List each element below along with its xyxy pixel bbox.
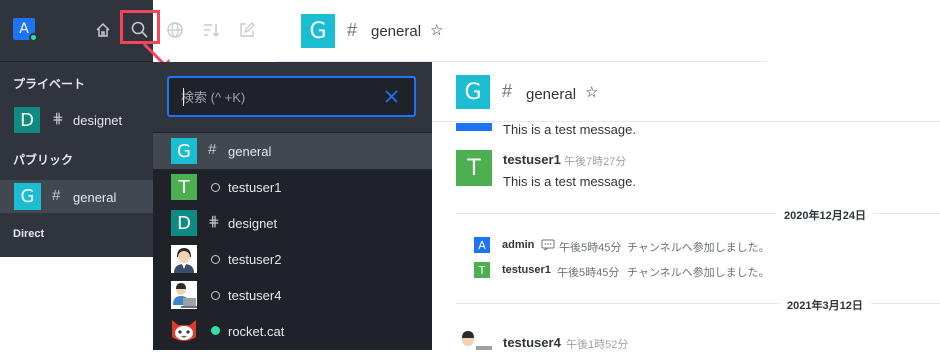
room-avatar: G (14, 183, 41, 210)
room-title: general (526, 86, 577, 103)
system-text: チャンネルへ参加しました。 (627, 242, 770, 254)
user-avatar: T (474, 262, 490, 278)
system-text: チャンネルへ参加しました。 (627, 267, 770, 279)
text-caret (183, 88, 184, 106)
message-body: This is a test message. (503, 122, 636, 137)
search-highlight-box (120, 10, 160, 44)
section-public: パブリック (13, 153, 74, 167)
create-new-icon[interactable] (238, 21, 256, 39)
user-avatar[interactable]: T (456, 150, 492, 186)
search-result-designet[interactable]: D ⋕ designet (153, 205, 432, 241)
star-icon[interactable]: ☆ (430, 21, 443, 39)
system-username[interactable]: testuser1 (502, 264, 551, 276)
sidebar-item-general[interactable]: G # general (0, 180, 153, 213)
date-divider: 2021年3月12日 (779, 297, 871, 313)
private-channel-icon: ⋕ (52, 110, 64, 126)
channel-icon: # (208, 141, 217, 158)
room-avatar: D (171, 210, 197, 236)
search-input[interactable] (181, 87, 381, 107)
private-channel-icon: ⋕ (208, 213, 220, 229)
offline-status-icon (211, 183, 220, 192)
sidebar-item-label: designet (73, 113, 123, 128)
system-message: A admin 午後5時45分 チャンネルへ参加しました。 (474, 237, 940, 255)
search-result-rocket-cat[interactable]: rocket.cat (153, 313, 432, 349)
sidebar-item-designet[interactable]: D ⋕ designet (0, 104, 153, 136)
user-avatar: T (171, 174, 197, 200)
message-time: 午後7時27分 (564, 156, 627, 168)
offline-status-icon (211, 291, 220, 300)
online-status-icon (211, 326, 220, 335)
system-message: T testuser1 午後5時45分 チャンネルへ参加しました。 (474, 262, 940, 280)
section-direct: Direct (13, 228, 45, 240)
message-body: This is a test message. (503, 174, 636, 189)
close-icon[interactable] (384, 89, 399, 104)
result-label: testuser4 (228, 288, 282, 303)
result-label: rocket.cat (228, 324, 285, 339)
channel-icon: # (52, 187, 61, 204)
home-icon[interactable] (94, 21, 112, 39)
room-title: general (371, 23, 422, 40)
user-avatar-icon (171, 281, 197, 309)
user-avatar-icon (456, 328, 492, 350)
rocket-cat-avatar-icon (172, 320, 196, 341)
message-icon (541, 239, 555, 251)
partial-avatar (456, 123, 492, 131)
search-result-testuser4[interactable]: testuser4 (153, 277, 432, 313)
result-label: designet (228, 216, 278, 231)
offline-status-icon (211, 255, 220, 264)
section-private: プライベート (13, 77, 86, 91)
channel-icon: # (347, 20, 358, 40)
message-username[interactable]: testuser1 (503, 152, 561, 167)
user-avatar-icon (171, 245, 197, 273)
search-box[interactable] (167, 76, 416, 117)
system-username[interactable]: admin (502, 239, 534, 251)
result-label: general (228, 144, 272, 159)
sort-icon[interactable] (202, 21, 220, 39)
message-username[interactable]: testuser4 (503, 335, 561, 350)
room-avatar: G (171, 138, 197, 164)
search-result-general[interactable]: G # general (153, 133, 432, 169)
online-status-dot (29, 33, 38, 42)
result-label: testuser1 (228, 180, 282, 195)
directory-icon[interactable] (166, 21, 184, 39)
date-divider: 2020年12月24日 (776, 207, 874, 223)
result-label: testuser2 (228, 252, 282, 267)
room-avatar: D (14, 107, 40, 133)
system-time: 午後5時45分 (557, 267, 620, 279)
user-avatar: A (474, 237, 490, 253)
channel-icon: # (502, 81, 513, 101)
sidebar-item-label: general (73, 190, 117, 205)
search-result-testuser2[interactable]: testuser2 (153, 241, 432, 277)
search-result-testuser1[interactable]: T testuser1 (153, 169, 432, 205)
message: T testuser1 午後7時27分 This is a test messa… (456, 150, 936, 190)
system-time: 午後5時45分 (559, 242, 622, 254)
room-avatar: G (456, 75, 490, 109)
star-icon[interactable]: ☆ (585, 83, 598, 101)
room-avatar: G (301, 14, 335, 48)
